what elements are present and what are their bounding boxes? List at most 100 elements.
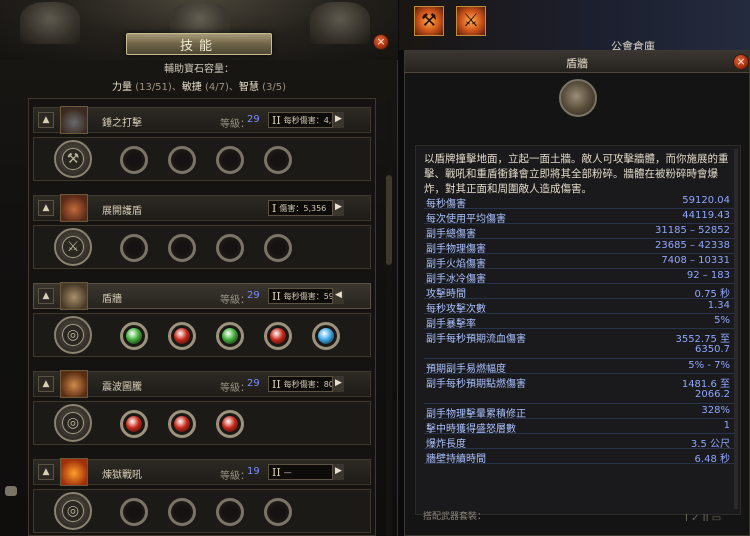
empty-gem-socket[interactable]	[216, 498, 244, 526]
skill-header[interactable]: ▲ 錘之打擊 等級：29 II每秒傷害：4,455▶	[33, 106, 371, 134]
empty-gem-socket[interactable]	[120, 234, 148, 262]
skill-name: 震波圖騰	[102, 382, 142, 393]
skill-entry[interactable]: ▲ 煉獄戰吼 等級： 19 II — ▶ ◎	[29, 455, 375, 535]
stat-row: 牆壁持續時間 6.48 秒	[424, 449, 734, 465]
socket-row: ◎	[33, 489, 371, 533]
empty-gem-socket[interactable]	[120, 498, 148, 526]
empty-gem-socket[interactable]	[216, 234, 244, 262]
weapon-set-indicator: II	[272, 289, 281, 303]
green-gem-socket[interactable]	[120, 322, 148, 350]
weapon-set-label: 搭配武器套裝：	[423, 512, 487, 522]
red-gem-icon	[222, 416, 238, 432]
close-button[interactable]: ×	[373, 34, 389, 50]
skill-entry[interactable]: ▲ 錘之打擊 等級：29 II每秒傷害：4,455▶ ⚒	[29, 103, 375, 183]
stat-value-2: 6350.7	[695, 344, 730, 355]
rank-up-button[interactable]: ▲	[38, 112, 54, 128]
rank-up-button[interactable]: ▲	[38, 200, 54, 216]
skill-stat-text: —	[283, 467, 292, 477]
blue-gem-socket[interactable]	[312, 322, 340, 350]
empty-gem-socket[interactable]	[168, 498, 196, 526]
tooltip-title: 盾牆	[566, 57, 588, 70]
stat-name: 擊中時獲得盛怒層數	[426, 424, 516, 435]
socket-row: ⚔	[33, 225, 371, 269]
empty-gem-socket[interactable]	[264, 234, 292, 262]
skill-list: ▲錘之打擊等級：29II每秒傷害：4,455▶⚒▲展開護盾I傷害：5,356▶⚔…	[28, 98, 376, 536]
skill-stat-box[interactable]: II 每秒傷害：805	[268, 376, 340, 392]
stat-row: 預期副手易燃幅度 5% - 7%	[424, 359, 734, 375]
skill-icon[interactable]	[60, 106, 88, 134]
skill-entry[interactable]: ▲ 展開護盾 I 傷害：5,356 ▶ ⚔	[29, 191, 375, 271]
empty-gem-socket[interactable]	[264, 146, 292, 174]
skill-name: 盾牆	[102, 294, 122, 305]
expand-arrow-button[interactable]: ◀	[332, 288, 344, 304]
weapon-socket[interactable]: ◎	[54, 404, 92, 442]
skill-stat-box[interactable]: II每秒傷害：59,120	[268, 288, 340, 304]
rank-up-button[interactable]: ▲	[38, 288, 54, 304]
rank-up-button[interactable]: ▲	[38, 464, 54, 480]
skill-stat-text: 每秒傷害：805	[283, 379, 339, 389]
empty-gem-socket[interactable]	[168, 234, 196, 262]
skill-name: 錘之打擊	[102, 118, 142, 129]
red-gem-socket[interactable]	[264, 322, 292, 350]
strength-value: (13/51)	[135, 82, 172, 93]
stat-value: 7408 – 10331	[661, 255, 730, 266]
expand-arrow-button[interactable]: ▶	[332, 464, 344, 480]
skill-stat-box[interactable]: II每秒傷害：4,455	[268, 112, 340, 128]
skill-icon[interactable]	[60, 194, 88, 222]
skill-entry[interactable]: ▲ 盾牆 等級：29 II每秒傷害：59,120◀ ◎	[29, 279, 375, 359]
stat-row: 每秒攻擊次數 1.34	[424, 299, 734, 315]
red-gem-socket[interactable]	[120, 410, 148, 438]
red-gem-socket[interactable]	[216, 410, 244, 438]
level-label: 等級：	[220, 119, 250, 130]
flame-buff-icon[interactable]: ⚒	[414, 6, 444, 36]
expand-arrow-button[interactable]: ▶	[332, 200, 344, 216]
skill-icon[interactable]	[60, 282, 88, 310]
expand-arrow-button[interactable]: ▶	[332, 376, 344, 392]
red-gem-socket[interactable]	[168, 322, 196, 350]
skill-header[interactable]: ▲ 煉獄戰吼 等級： 19 II — ▶	[33, 458, 371, 486]
chat-icon[interactable]	[5, 486, 17, 496]
stat-name: 爆炸長度	[426, 439, 466, 450]
skill-entry[interactable]: ▲ 震波圖騰 等級： 29 II 每秒傷害：805 ▶ ◎	[29, 367, 375, 447]
tooltip-close-button[interactable]: ×	[733, 54, 749, 70]
skill-header[interactable]: ▲ 盾牆 等級：29 II每秒傷害：59,120◀	[33, 282, 371, 310]
rank-up-button[interactable]: ▲	[38, 376, 54, 392]
skill-tooltip: 盾牆 × 以盾牌撞擊地面，立起一面土牆。敵人可攻擊牆體，而你施展的重擊、戰吼和重…	[404, 50, 750, 536]
empty-gem-socket[interactable]	[216, 146, 244, 174]
red-gem-socket[interactable]	[168, 410, 196, 438]
empty-gem-socket[interactable]	[120, 146, 148, 174]
stat-name: 副手每秒預期點燃傷害	[426, 379, 526, 390]
stat-row: 副手冰冷傷害 92 – 183	[424, 269, 734, 285]
skill-header[interactable]: ▲ 展開護盾 I 傷害：5,356 ▶	[33, 194, 371, 222]
weapon-set-indicator: II	[272, 377, 281, 391]
weapon-socket[interactable]: ⚒	[54, 140, 92, 178]
weapon-symbol: ◎	[62, 412, 84, 434]
weapon-set-toggle[interactable]: I ✓ II ▭	[685, 513, 721, 524]
expand-arrow-button[interactable]: ▶	[332, 112, 344, 128]
level-value: 19	[247, 466, 260, 477]
skill-stat-box[interactable]: I 傷害：5,356	[268, 200, 340, 216]
skill-icon[interactable]	[60, 458, 88, 486]
weapon-socket[interactable]: ◎	[54, 316, 92, 354]
skill-icon[interactable]	[60, 370, 88, 398]
stat-name: 攻擊時間	[426, 289, 466, 300]
level-value: 29	[247, 290, 260, 301]
stat-row: 每次使用平均傷害 44119.43	[424, 209, 734, 225]
scrollbar-thumb[interactable]	[386, 175, 392, 265]
skill-header[interactable]: ▲ 震波圖騰 等級： 29 II 每秒傷害：805 ▶	[33, 370, 371, 398]
stat-row: 爆炸長度 3.5 公尺	[424, 434, 734, 450]
weapon-socket[interactable]: ⚔	[54, 228, 92, 266]
stat-name: 每秒傷害	[426, 199, 466, 210]
green-gem-socket[interactable]	[216, 322, 244, 350]
skill-stat-box[interactable]: II —	[268, 464, 340, 480]
weapon-socket[interactable]: ◎	[54, 492, 92, 530]
level-value: 29	[247, 378, 260, 389]
skill-list-scrollbar[interactable]	[386, 100, 392, 536]
stat-name: 副手火焰傷害	[426, 259, 486, 270]
stat-name: 副手總傷害	[426, 229, 476, 240]
empty-gem-socket[interactable]	[168, 146, 196, 174]
separator: 、	[228, 82, 239, 93]
hammer-buff-icon[interactable]: ⚔	[456, 6, 486, 36]
tooltip-scrollbar[interactable]	[734, 149, 738, 509]
empty-gem-socket[interactable]	[264, 498, 292, 526]
